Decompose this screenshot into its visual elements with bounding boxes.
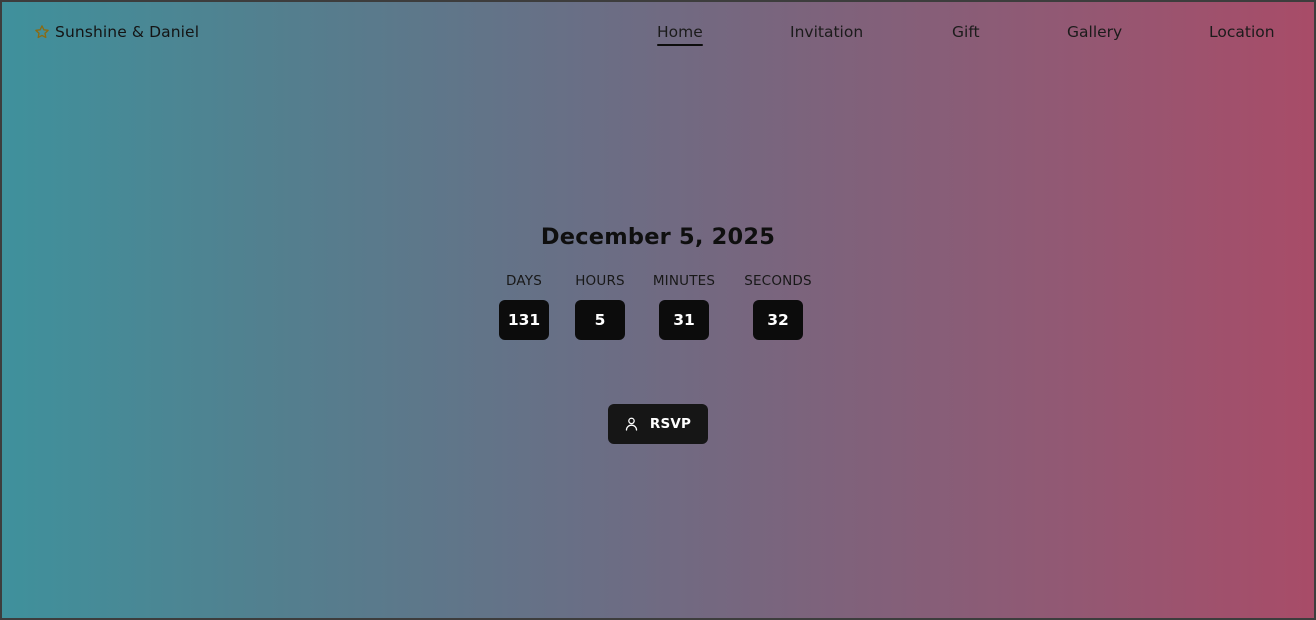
countdown-days-value: 131 [499, 300, 549, 340]
countdown-minutes-value: 31 [659, 300, 709, 340]
countdown-seconds-value: 32 [753, 300, 803, 340]
countdown-seconds-label: SECONDS [744, 273, 812, 289]
countdown-days-label: DAYS [506, 273, 542, 289]
main-nav: Home Invitation Gift Gallery Location [2, 21, 1314, 47]
countdown-hours-label: HOURS [575, 273, 625, 289]
countdown-hours-value: 5 [575, 300, 625, 340]
nav-invitation[interactable]: Invitation [790, 21, 863, 43]
rsvp-button[interactable]: RSVP [608, 404, 708, 444]
nav-gallery[interactable]: Gallery [1067, 21, 1122, 43]
user-icon [625, 417, 638, 431]
countdown-minutes-label: MINUTES [652, 273, 716, 289]
nav-gift[interactable]: Gift [952, 21, 980, 43]
nav-home[interactable]: Home [657, 21, 703, 46]
nav-location[interactable]: Location [1209, 21, 1275, 43]
event-date: December 5, 2025 [540, 224, 776, 250]
rsvp-label: RSVP [649, 416, 692, 432]
page-frame: Sunshine & Daniel Home Invitation Gift G… [2, 2, 1314, 618]
